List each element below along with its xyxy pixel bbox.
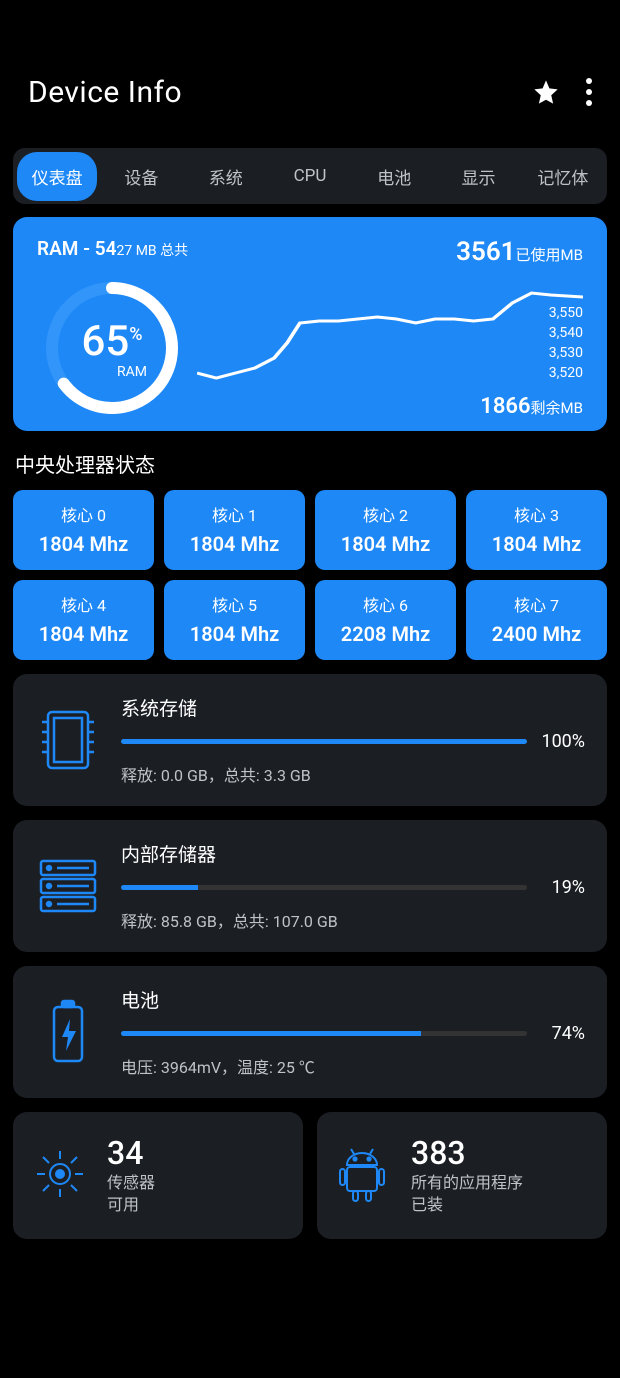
- cpu-core-2[interactable]: 核心 21804 Mhz: [315, 490, 456, 570]
- sensors-card[interactable]: 34 传感器可用: [13, 1112, 303, 1239]
- ram-used-label: 3561已使用MB: [456, 237, 583, 267]
- battery-percent: 74%: [537, 1023, 585, 1044]
- tab-memory[interactable]: 记忆体: [523, 152, 603, 201]
- system-storage-percent: 100%: [537, 731, 585, 752]
- tab-device[interactable]: 设备: [101, 152, 181, 201]
- tab-battery[interactable]: 电池: [354, 152, 434, 201]
- system-storage-card[interactable]: 系统存储 100% 释放: 0.0 GB，总共: 3.3 GB: [13, 674, 607, 806]
- cpu-core-3[interactable]: 核心 31804 Mhz: [466, 490, 607, 570]
- cpu-core-7[interactable]: 核心 72400 Mhz: [466, 580, 607, 660]
- system-storage-sub: 释放: 0.0 GB，总共: 3.3 GB: [121, 762, 585, 786]
- cpu-core-0[interactable]: 核心 01804 Mhz: [13, 490, 154, 570]
- internal-storage-percent: 19%: [537, 877, 585, 898]
- android-icon: [335, 1145, 395, 1205]
- cpu-core-4[interactable]: 核心 41804 Mhz: [13, 580, 154, 660]
- battery-card[interactable]: 电池 74% 电压: 3964mV，温度: 25 ℃: [13, 966, 607, 1098]
- ram-free-label: 1866剩余MB: [480, 394, 583, 419]
- tab-system[interactable]: 系统: [186, 152, 266, 201]
- internal-storage-card[interactable]: 内部存储器 19% 释放: 85.8 GB，总共: 107.0 GB: [13, 820, 607, 952]
- menu-icon[interactable]: [586, 78, 592, 106]
- ram-total-label: RAM - 5427 MB 总共: [37, 237, 188, 260]
- ram-gauge: 65% RAM: [37, 273, 187, 427]
- internal-storage-sub: 释放: 85.8 GB，总共: 107.0 GB: [121, 908, 585, 932]
- ram-card[interactable]: RAM - 5427 MB 总共 3561已使用MB 65% RAM: [13, 217, 607, 431]
- system-storage-bar: [121, 739, 527, 744]
- star-icon[interactable]: [532, 78, 560, 106]
- sensors-count: 34: [107, 1134, 155, 1172]
- battery-sub: 电压: 3964mV，温度: 25 ℃: [121, 1054, 585, 1078]
- cpu-core-6[interactable]: 核心 62208 Mhz: [315, 580, 456, 660]
- tab-display[interactable]: 显示: [438, 152, 518, 201]
- sensors-label: 传感器可用: [107, 1172, 155, 1217]
- battery-icon: [33, 997, 103, 1067]
- battery-title: 电池: [121, 986, 585, 1013]
- chip-icon: [33, 705, 103, 775]
- cpu-core-grid: 核心 01804 Mhz 核心 11804 Mhz 核心 21804 Mhz 核…: [13, 490, 607, 660]
- server-icon: [33, 851, 103, 921]
- system-storage-title: 系统存储: [121, 694, 585, 721]
- ram-chart-ticks: 3,550 3,540 3,530 3,520: [549, 305, 583, 381]
- internal-storage-title: 内部存储器: [121, 840, 585, 867]
- apps-count: 383: [411, 1134, 523, 1172]
- sensor-icon: [31, 1145, 91, 1205]
- cpu-core-1[interactable]: 核心 11804 Mhz: [164, 490, 305, 570]
- apps-card[interactable]: 383 所有的应用程序已装: [317, 1112, 607, 1239]
- cpu-section-title: 中央处理器状态: [15, 449, 607, 478]
- apps-label: 所有的应用程序已装: [411, 1172, 523, 1217]
- battery-bar: [121, 1031, 527, 1036]
- app-title: Device Info: [28, 75, 532, 110]
- cpu-core-5[interactable]: 核心 51804 Mhz: [164, 580, 305, 660]
- tab-bar: 仪表盘 设备 系统 CPU 电池 显示 记忆体: [13, 148, 607, 204]
- app-header: Device Info: [0, 58, 620, 126]
- tab-cpu[interactable]: CPU: [270, 154, 350, 198]
- internal-storage-bar: [121, 885, 527, 890]
- tab-dashboard[interactable]: 仪表盘: [17, 152, 97, 201]
